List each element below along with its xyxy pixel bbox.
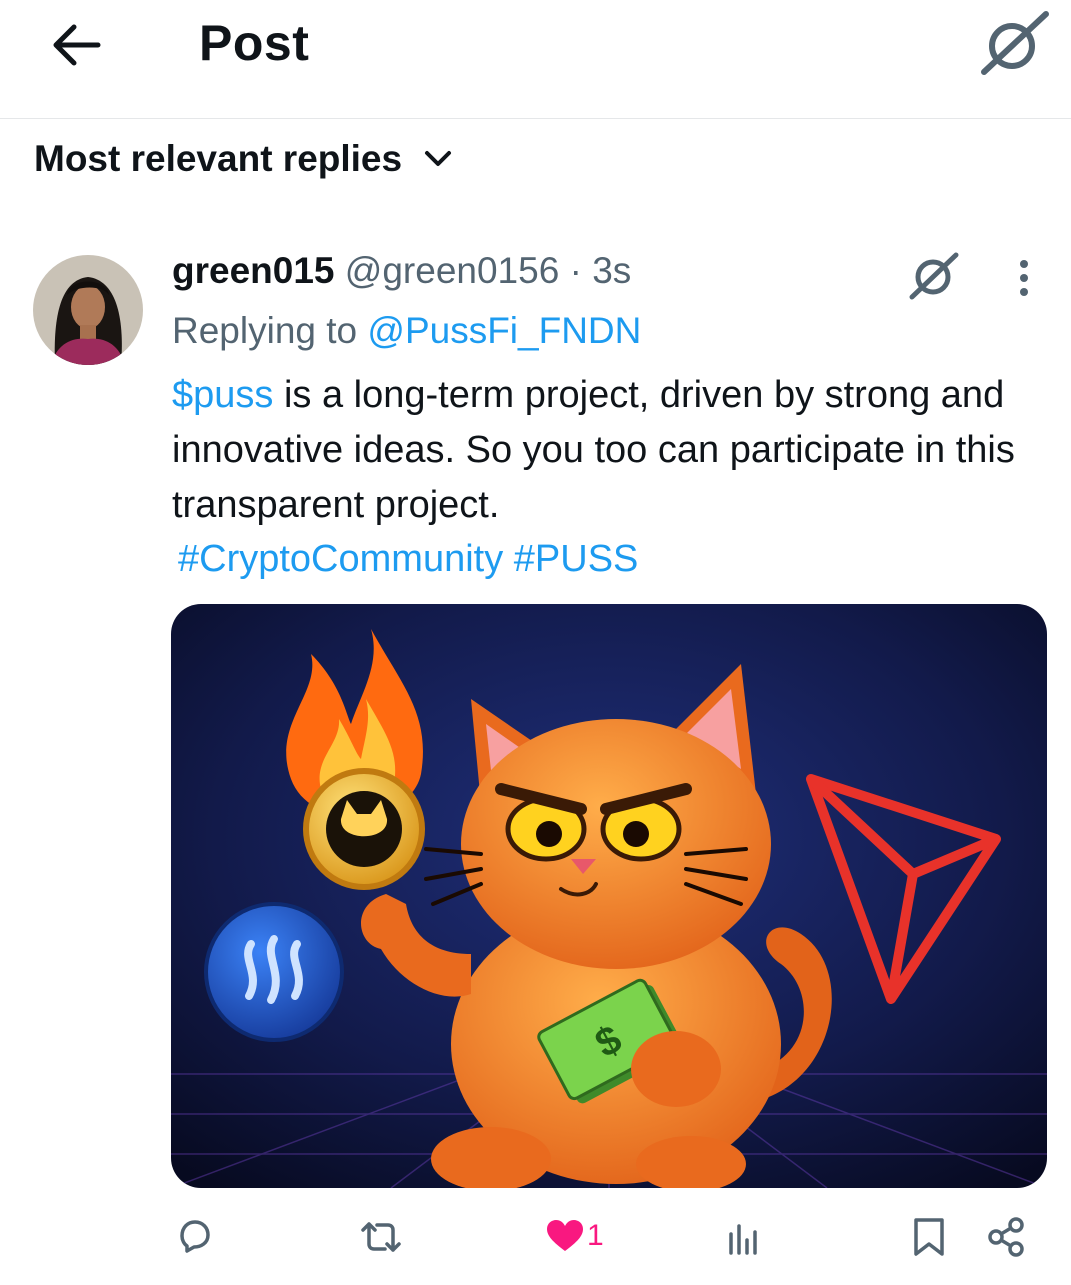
share-button[interactable]	[986, 1216, 1028, 1258]
avatar[interactable]	[33, 255, 143, 365]
repost-icon	[361, 1222, 401, 1252]
sort-replies-dropdown[interactable]: Most relevant replies	[34, 138, 452, 180]
arrow-left-icon[interactable]	[50, 22, 106, 68]
hashtags: #CryptoCommunity #PUSS	[178, 532, 638, 587]
grok-icon[interactable]	[908, 250, 960, 300]
sort-label: Most relevant replies	[34, 138, 403, 179]
page-title: Post	[199, 15, 310, 71]
like-button[interactable]: 1	[545, 1218, 604, 1254]
views-icon	[729, 1224, 757, 1255]
separator: ·	[559, 250, 593, 291]
handle[interactable]: @green0156	[345, 250, 560, 291]
reply-button[interactable]	[174, 1216, 214, 1256]
chevron-down-icon	[425, 151, 452, 166]
like-count: 1	[587, 1219, 604, 1252]
share-icon	[988, 1217, 1024, 1257]
hashtag-link[interactable]: #CryptoCommunity	[178, 538, 503, 580]
post-text: $puss is a long-term project, driven by …	[172, 368, 1052, 533]
heart-icon	[547, 1220, 583, 1251]
views-button[interactable]	[726, 1220, 762, 1256]
post-body-text: is a long-term project, driven by strong…	[172, 374, 1015, 526]
bookmark-button[interactable]	[912, 1216, 946, 1258]
post-image[interactable]: $	[171, 604, 1047, 1188]
top-bar	[0, 0, 1071, 119]
post-header: green015 @green0156 · 3s	[172, 250, 631, 292]
reply-icon	[180, 1220, 210, 1253]
timestamp[interactable]: 3s	[592, 250, 631, 291]
bookmark-icon	[914, 1218, 944, 1256]
display-name[interactable]: green015	[172, 250, 335, 291]
cashtag-link[interactable]: $puss	[172, 374, 273, 416]
replying-to-link[interactable]: @PussFi_FNDN	[367, 310, 641, 351]
hashtag-link[interactable]: #PUSS	[514, 538, 639, 580]
repost-button[interactable]	[358, 1218, 404, 1256]
more-vertical-icon[interactable]	[1008, 258, 1040, 300]
grok-icon[interactable]	[978, 10, 1050, 76]
replying-to: Replying to @PussFi_FNDN	[172, 310, 641, 352]
replying-prefix: Replying to	[172, 310, 368, 351]
